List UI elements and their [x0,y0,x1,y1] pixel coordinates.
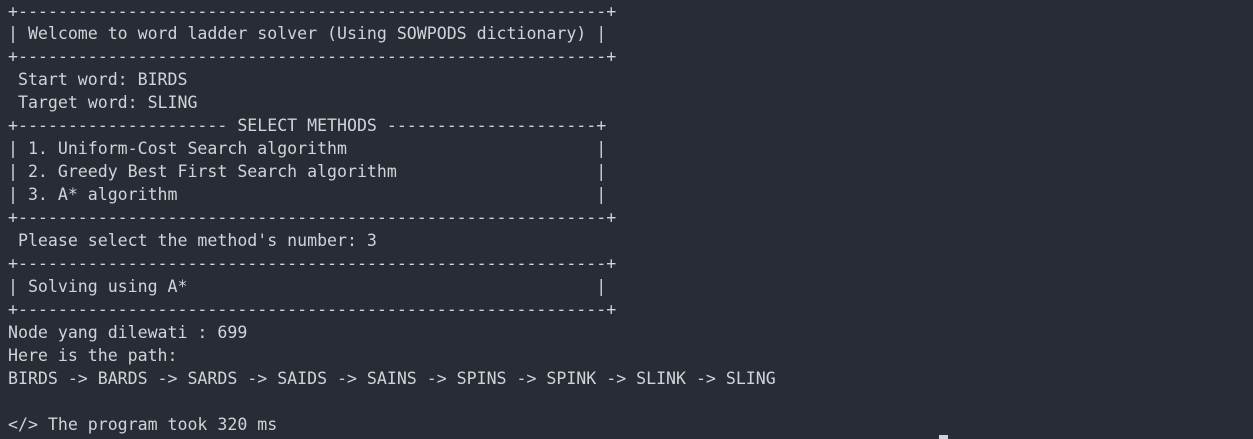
visited-nodes-line: Node yang dilewati : 699 [8,323,248,342]
terminal-output[interactable]: +---------------------------------------… [0,0,1253,439]
solving-border-bottom: +---------------------------------------… [8,300,617,319]
method-option-3: | 3. A* algorithm | [8,185,607,204]
runtime-line: </> The program took 320 ms [8,415,278,434]
welcome-banner: | Welcome to word ladder solver (Using S… [8,24,607,43]
select-methods-header: +--------------------- SELECT METHODS --… [8,116,607,135]
methods-border-bottom: +---------------------------------------… [8,208,617,227]
method-option-1: | 1. Uniform-Cost Search algorithm | [8,139,607,158]
banner-border-top: +---------------------------------------… [8,2,617,21]
method-prompt-line: Please select the method's number: 3 [8,231,377,250]
banner-border-bottom: +---------------------------------------… [8,47,617,66]
path-result-line: BIRDS -> BARDS -> SARDS -> SAIDS -> SAIN… [8,369,776,388]
start-word-line: Start word: BIRDS [8,70,188,89]
text-cursor [939,435,948,439]
target-word-line: Target word: SLING [8,93,198,112]
method-option-2: | 2. Greedy Best First Search algorithm … [8,162,607,181]
solving-status-line: | Solving using A* | [8,277,607,296]
solving-border-top: +---------------------------------------… [8,254,617,273]
path-header-line: Here is the path: [8,346,178,365]
